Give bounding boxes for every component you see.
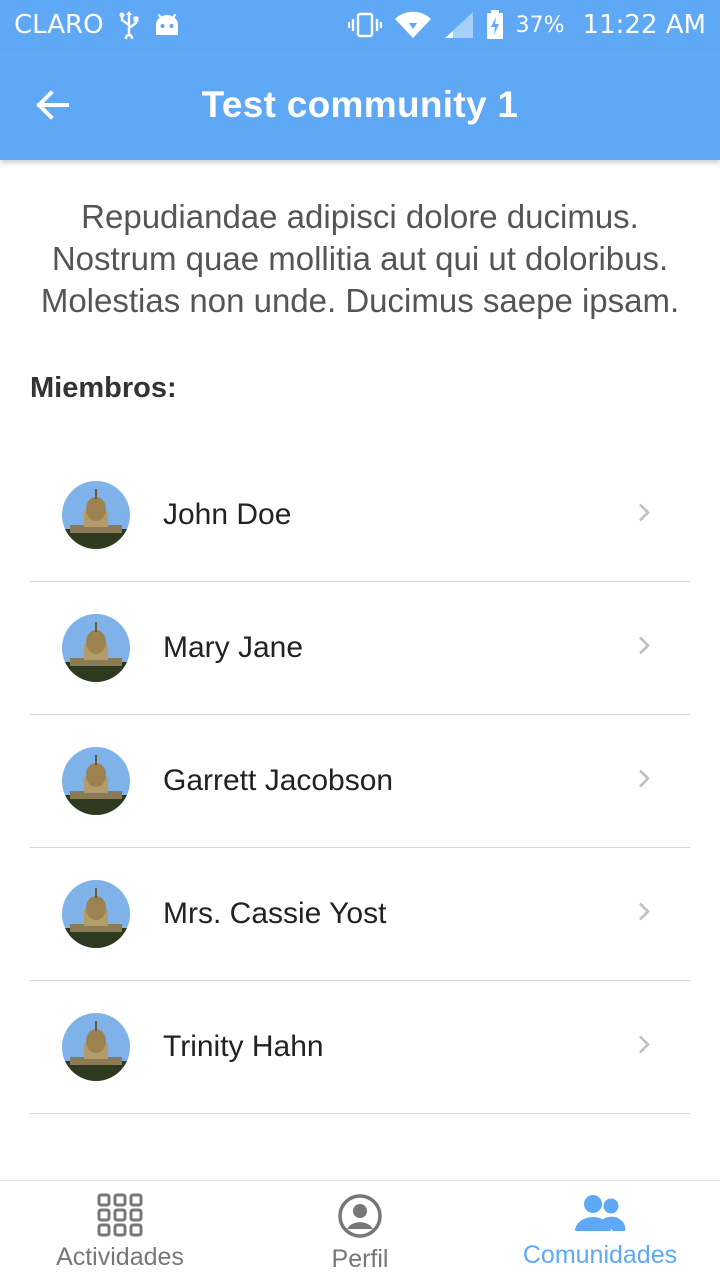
tab-label: Actividades	[56, 1243, 184, 1271]
member-name: Mary Jane	[163, 631, 304, 664]
member-item[interactable]: Mrs. Cassie Yost	[30, 848, 690, 981]
member-item[interactable]: John Doe	[30, 449, 690, 582]
member-item[interactable]: Mary Jane	[30, 582, 690, 715]
signal-icon	[444, 11, 474, 39]
battery-percent: 37%	[515, 12, 565, 38]
member-name: Garrett Jacobson	[163, 764, 394, 797]
arrow-back-icon	[35, 90, 69, 120]
grid-icon	[97, 1193, 143, 1237]
tab-label: Perfil	[331, 1245, 389, 1273]
member-name: Trinity Hahn	[163, 1030, 324, 1063]
tab-actividades[interactable]: Actividades	[0, 1181, 240, 1280]
member-avatar	[62, 614, 130, 682]
battery-charging-icon	[486, 10, 504, 40]
members-heading: Miembros:	[30, 372, 177, 404]
usb-icon	[118, 11, 140, 39]
chevron-right-icon	[638, 503, 650, 528]
vibrate-icon	[347, 12, 382, 38]
tab-comunidades[interactable]: Comunidades	[480, 1181, 720, 1280]
community-content: Repudiandae adipisci dolore ducimus. Nos…	[0, 160, 720, 1180]
app-screen: CLARO 37% 11:22 AM Test community 1 Repu…	[0, 0, 720, 1280]
carrier-label: CLARO	[14, 10, 104, 40]
member-avatar	[62, 747, 130, 815]
account-circle-icon	[337, 1193, 383, 1239]
member-list: John Doe Mary Jane Garrett Jacobson Mrs.…	[0, 449, 720, 1114]
community-description: Repudiandae adipisci dolore ducimus. Nos…	[40, 198, 680, 319]
android-icon	[154, 13, 180, 37]
chevron-right-icon	[638, 902, 650, 927]
member-name: Mrs. Cassie Yost	[163, 897, 387, 930]
wifi-icon	[394, 11, 432, 39]
member-name: John Doe	[163, 498, 292, 531]
member-avatar	[62, 880, 130, 948]
member-avatar	[62, 481, 130, 549]
chevron-right-icon	[638, 769, 650, 794]
clock: 11:22 AM	[582, 10, 706, 40]
app-bar: Test community 1	[0, 50, 720, 160]
tab-perfil[interactable]: Perfil	[240, 1181, 480, 1280]
chevron-right-icon	[638, 1035, 650, 1060]
chevron-right-icon	[638, 636, 650, 661]
member-avatar	[62, 1013, 130, 1081]
back-button[interactable]	[22, 75, 82, 135]
page-title: Test community 1	[201, 84, 519, 125]
member-item[interactable]: Garrett Jacobson	[30, 715, 690, 848]
group-icon	[573, 1193, 627, 1235]
bottom-nav: Actividades Perfil Comunidades	[0, 1180, 720, 1280]
tab-label: Comunidades	[522, 1241, 678, 1269]
member-item[interactable]: Trinity Hahn	[30, 981, 690, 1114]
status-bar: CLARO 37% 11:22 AM	[0, 0, 720, 50]
